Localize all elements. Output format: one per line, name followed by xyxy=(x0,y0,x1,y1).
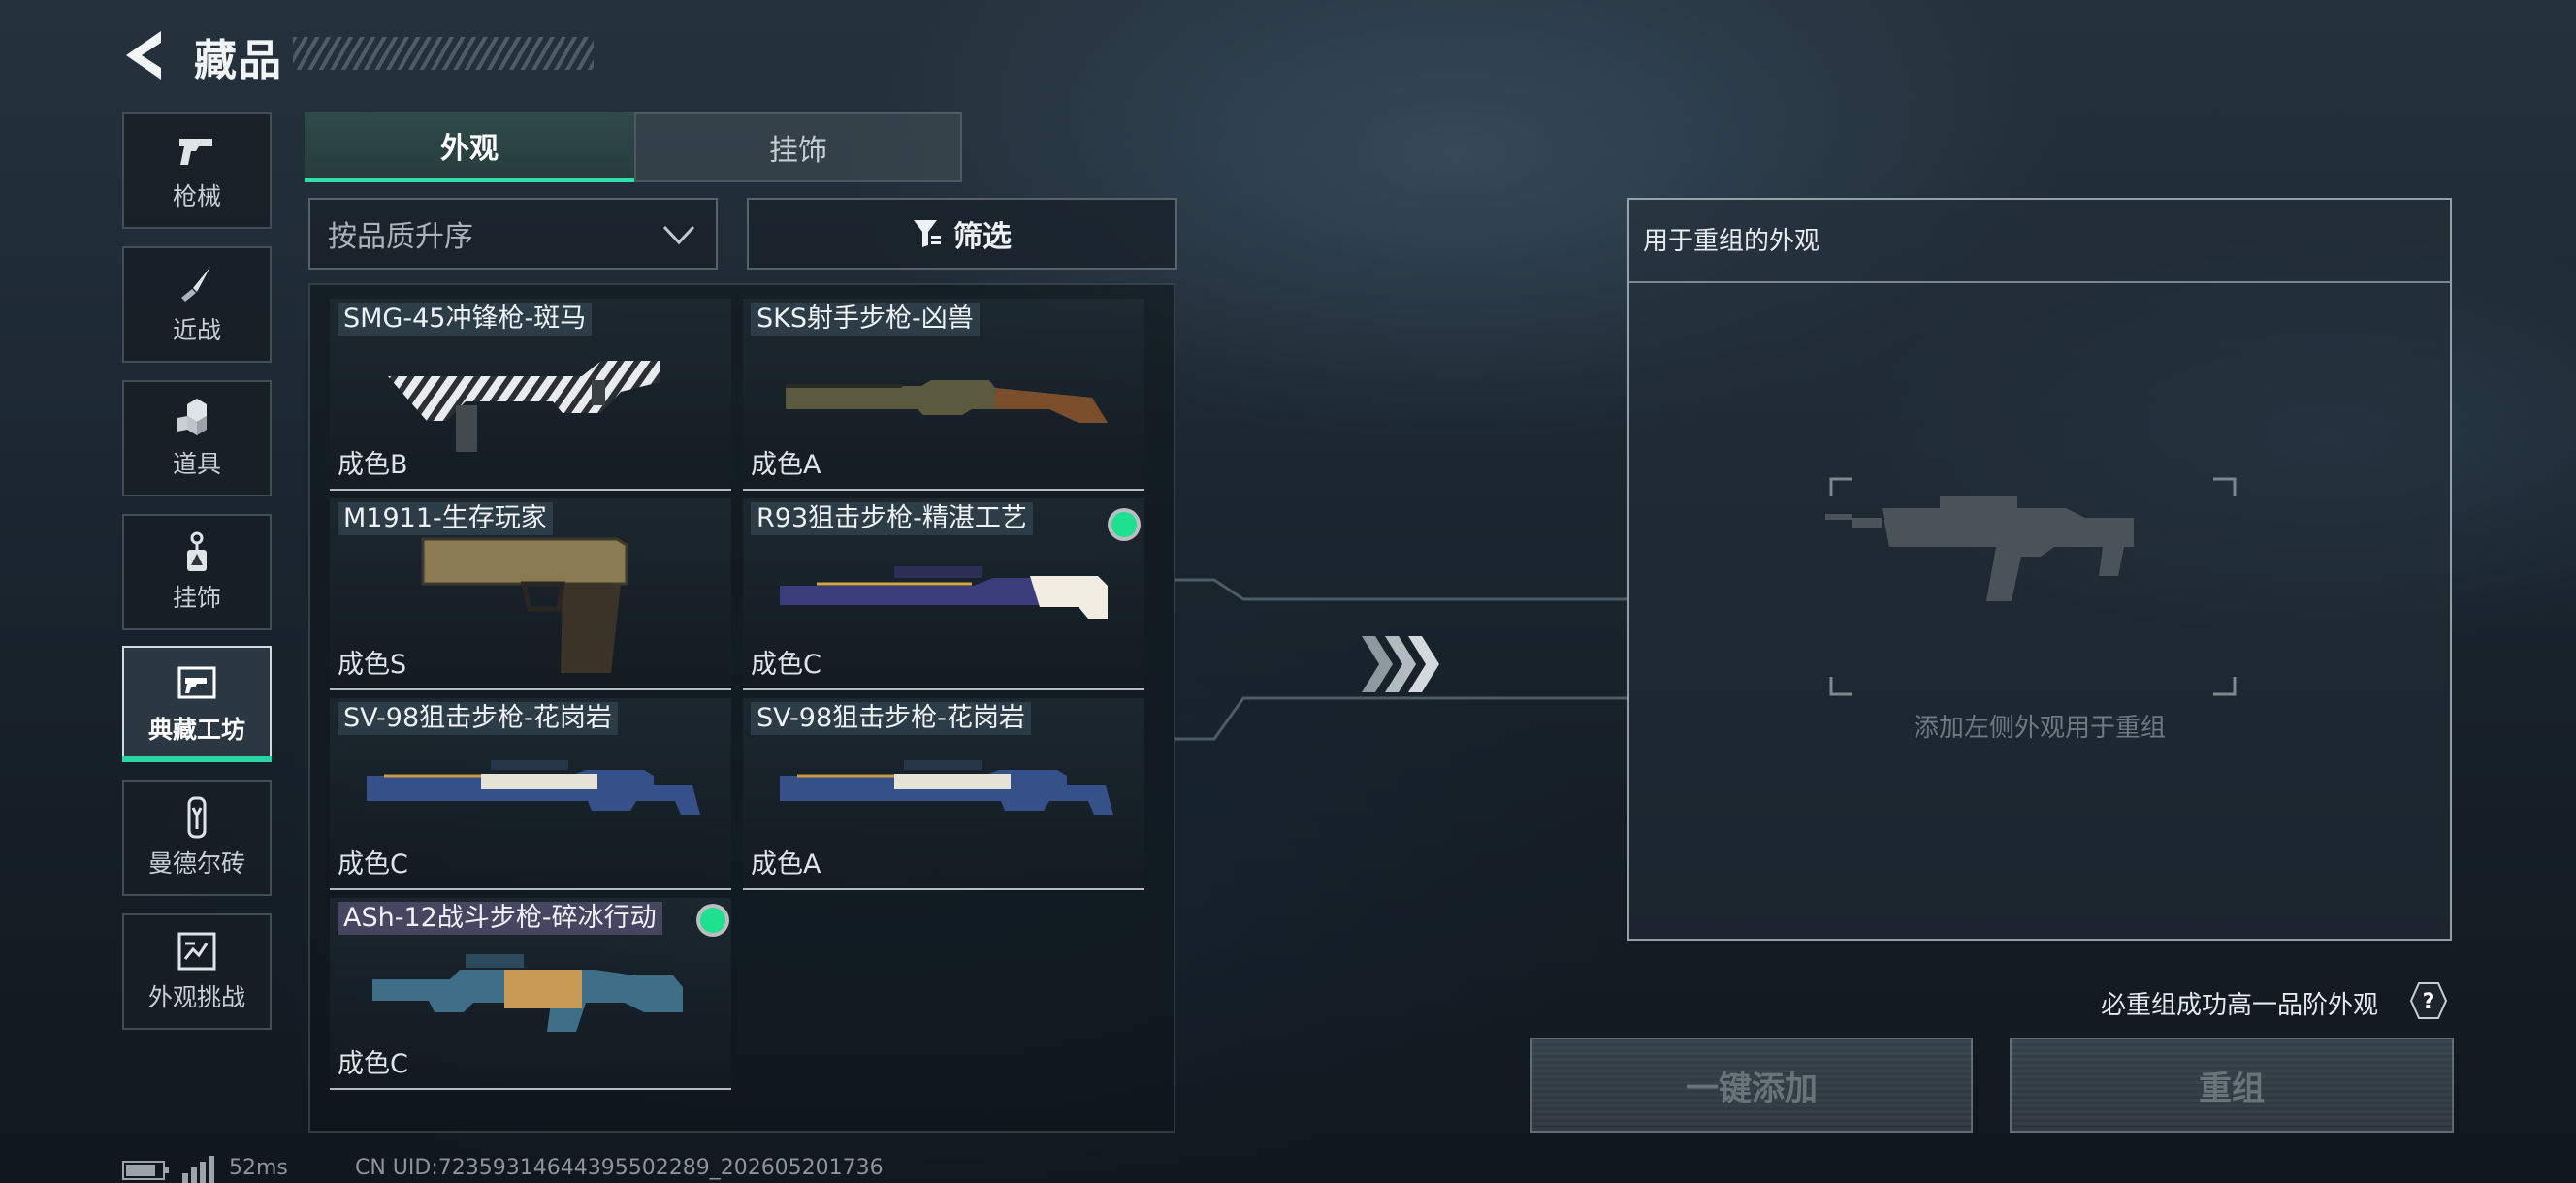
skin-grade: 成色A xyxy=(751,450,821,480)
filter-button[interactable]: 筛选 xyxy=(747,198,1177,270)
new-indicator xyxy=(700,908,725,933)
sidebar-item-label: 道具 xyxy=(172,450,221,478)
divider xyxy=(1629,281,2450,283)
sidebar-item-label: 曼德尔砖 xyxy=(147,849,245,878)
skin-card[interactable]: M1911-生存玩家 成色S xyxy=(330,498,731,690)
empty-hint: 添加左侧外观用于重组 xyxy=(1913,714,2166,743)
reassemble-note: 必重组成功高一品阶外观 xyxy=(2101,991,2379,1020)
sidebar-item-mandel-brick[interactable]: 曼德尔砖 xyxy=(122,780,272,896)
skin-name: SV-98狙击步枪-花岗岩 xyxy=(751,702,1031,735)
skin-grade: 成色C xyxy=(338,849,408,879)
new-indicator xyxy=(1111,512,1137,537)
sidebar-item-label: 挂饰 xyxy=(172,584,221,612)
back-arrow-icon[interactable] xyxy=(122,29,169,81)
filter-icon xyxy=(914,220,941,247)
skin-name: M1911-生存玩家 xyxy=(338,502,553,535)
panel-title: 用于重组的外观 xyxy=(1643,227,1820,256)
grenade-icon xyxy=(177,399,207,435)
sidebar-item-label: 外观挑战 xyxy=(147,983,245,1011)
connector-line xyxy=(1175,578,1627,601)
signal-icon xyxy=(182,1156,214,1183)
sidebar-item-appearance-challenge[interactable]: 外观挑战 xyxy=(122,913,272,1030)
skin-name: SKS射手步枪-凶兽 xyxy=(751,303,980,336)
sks-beast-image xyxy=(786,380,1108,423)
tab-charm[interactable]: 挂饰 xyxy=(634,112,962,182)
skin-name: R93狙击步枪-精湛工艺 xyxy=(751,502,1033,535)
one-click-add-button[interactable]: 一键添加 xyxy=(1530,1038,1973,1133)
help-glyph: ? xyxy=(2423,990,2435,1014)
skin-card[interactable]: ASh-12战斗步枪-碎冰行动 成色C xyxy=(330,898,731,1090)
skin-name: SV-98狙击步枪-花岗岩 xyxy=(338,702,618,735)
smg-zebra-image xyxy=(388,361,660,452)
sv98-granite-image xyxy=(780,760,1113,815)
sidebar-item-label: 枪械 xyxy=(172,182,221,210)
skin-grade: 成色C xyxy=(338,1049,408,1079)
pistol-icon xyxy=(179,139,212,165)
sidebar-item-props[interactable]: 道具 xyxy=(122,380,272,496)
challenge-icon xyxy=(177,932,216,971)
skin-name: SMG-45冲锋枪-斑马 xyxy=(338,303,593,336)
sidebar-item-guns[interactable]: 枪械 xyxy=(122,112,272,229)
skin-card[interactable]: SKS射手步枪-凶兽 成色A xyxy=(743,299,1144,491)
help-icon[interactable]: ? xyxy=(2409,981,2448,1020)
chevron-down-icon xyxy=(662,225,695,245)
uid-label: CN UID:7235931464439550228​9_20260520173… xyxy=(355,1156,884,1180)
sidebar-item-charms[interactable]: 挂饰 xyxy=(122,514,272,630)
skin-grade: 成色S xyxy=(338,650,407,680)
r93-craftsmanship-image xyxy=(780,566,1108,619)
skin-card[interactable]: SV-98狙击步枪-花岗岩 成色C xyxy=(330,698,731,890)
sv98-granite-image xyxy=(367,760,700,815)
ash12-icebreaker-image xyxy=(372,954,683,1032)
skin-grade: 成色B xyxy=(338,450,408,480)
skin-card[interactable]: SV-98狙击步枪-花岗岩 成色A xyxy=(743,698,1144,890)
knife-icon xyxy=(181,267,210,302)
battery-icon xyxy=(122,1161,169,1180)
reassemble-panel: 用于重组的外观 添加左侧外观用于重组 xyxy=(1627,198,2452,941)
skin-grid: SMG-45冲锋枪-斑马 成色B SKS射手步枪-凶兽 成色A M1911-生存… xyxy=(308,283,1175,1133)
sidebar-item-melee[interactable]: 近战 xyxy=(122,246,272,363)
skin-grade: 成色C xyxy=(751,650,821,680)
brick-icon xyxy=(187,796,207,839)
skin-card[interactable]: SMG-45冲锋枪-斑马 成色B xyxy=(330,299,731,491)
sort-value: 按品质升序 xyxy=(328,220,473,254)
filter-label: 筛选 xyxy=(953,220,1012,254)
skin-grade: 成色A xyxy=(751,849,821,879)
ping-value: 52ms xyxy=(229,1156,288,1180)
m1911-survivor-image xyxy=(421,537,628,673)
sidebar-item-workshop[interactable]: 典藏工坊 xyxy=(122,646,272,762)
keychain-icon xyxy=(187,531,207,571)
triple-chevron-icon xyxy=(1362,636,1439,692)
sort-dropdown[interactable]: 按品质升序 xyxy=(308,198,718,270)
reassemble-button[interactable]: 重组 xyxy=(2010,1038,2454,1133)
rifle-placeholder-icon xyxy=(1825,496,2134,601)
sidebar-item-label: 近战 xyxy=(172,316,221,344)
sidebar-item-label: 典藏工坊 xyxy=(147,716,245,744)
title-decoration xyxy=(293,37,594,70)
page-title: 藏品 xyxy=(194,36,283,85)
tab-appearance[interactable]: 外观 xyxy=(305,112,634,182)
skin-name: ASh-12战斗步枪-碎冰行动 xyxy=(338,902,662,935)
workshop-icon xyxy=(177,666,216,699)
skin-card[interactable]: R93狙击步枪-精湛工艺 成色C xyxy=(743,498,1144,690)
